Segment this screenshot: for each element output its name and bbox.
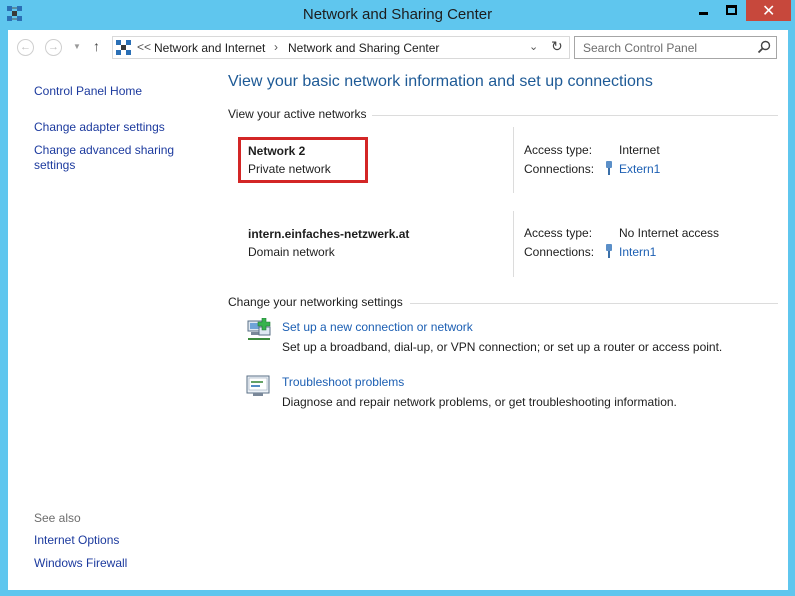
see-also-heading: See also [34, 511, 81, 525]
close-button[interactable]: ✕ [746, 0, 791, 21]
breadcrumb-network-sharing-center[interactable]: Network and Sharing Center [288, 41, 439, 55]
navigation-bar: ← → ▼ ↑ << Network and Internet › Networ… [8, 30, 788, 63]
divider [410, 303, 778, 304]
connections-label: Connections: [524, 245, 595, 259]
windows-firewall-link[interactable]: Windows Firewall [34, 556, 127, 571]
maximize-button[interactable] [718, 0, 745, 21]
access-type-value: No Internet access [619, 226, 720, 240]
breadcrumb-separator-icon[interactable]: › [274, 40, 278, 54]
troubleshoot-problems-description: Diagnose and repair network problems, or… [282, 395, 677, 409]
refresh-icon[interactable]: ↻ [551, 38, 563, 55]
advanced-sharing-link-line1: Change advanced sharing [34, 143, 175, 157]
network-category: Domain network [248, 245, 335, 259]
search-box[interactable]: Search Control Panel [574, 36, 777, 59]
divider [372, 115, 778, 116]
internet-options-link[interactable]: Internet Options [34, 533, 119, 548]
divider [513, 127, 514, 193]
access-type-label: Access type: [524, 143, 593, 157]
connection-link-intern1[interactable]: Intern1 [619, 245, 656, 259]
change-adapter-settings-link[interactable]: Change adapter settings [34, 120, 165, 135]
troubleshoot-problems-link[interactable]: Troubleshoot problems [282, 375, 404, 389]
advanced-sharing-link-line2: settings [34, 158, 76, 172]
control-panel-icon [116, 40, 131, 55]
recent-locations-chevron-icon[interactable]: ▼ [73, 42, 81, 51]
forward-button[interactable]: → [45, 39, 62, 56]
maximize-icon [726, 5, 737, 15]
highlight-rectangle [238, 137, 368, 183]
change-advanced-sharing-settings-link[interactable]: Change advanced sharing settings [34, 143, 174, 173]
set-up-connection-link[interactable]: Set up a new connection or network [282, 320, 473, 334]
access-type-value: Internet [619, 143, 660, 157]
divider [513, 211, 514, 277]
connections-label: Connections: [524, 162, 595, 176]
networking-settings-heading: Change your networking settings [228, 295, 403, 309]
new-connection-icon [247, 318, 271, 340]
window-title: Network and Sharing Center [302, 6, 493, 23]
breadcrumb-network-and-internet[interactable]: Network and Internet [154, 41, 265, 55]
access-type-label: Access type: [524, 226, 593, 240]
content-area: Control Panel Home Change adapter settin… [8, 63, 788, 590]
minimize-icon [699, 12, 708, 15]
close-icon: ✕ [762, 1, 776, 20]
forward-arrow-icon: → [48, 41, 59, 53]
back-arrow-icon: ← [20, 41, 31, 53]
up-arrow-icon[interactable]: ↑ [93, 38, 100, 54]
minimize-button[interactable] [690, 0, 717, 21]
search-icon[interactable] [757, 40, 771, 54]
ethernet-connection-icon [606, 161, 612, 175]
active-networks-heading: View your active networks [228, 107, 367, 121]
connection-link-extern1[interactable]: Extern1 [619, 162, 660, 176]
troubleshoot-icon [246, 375, 270, 396]
address-dropdown-icon[interactable]: ⌄ [529, 40, 538, 53]
set-up-connection-description: Set up a broadband, dial-up, or VPN conn… [282, 340, 723, 354]
network-name: intern.einfaches-netzwerk.at [248, 227, 410, 241]
control-panel-home-link[interactable]: Control Panel Home [34, 84, 142, 99]
breadcrumb-overflow[interactable]: << [137, 40, 151, 54]
address-bar[interactable]: << Network and Internet › Network and Sh… [112, 36, 570, 59]
back-button[interactable]: ← [17, 39, 34, 56]
title-bar: Network and Sharing Center ✕ [0, 0, 795, 30]
page-title: View your basic network information and … [228, 73, 653, 90]
search-placeholder: Search Control Panel [583, 41, 698, 55]
ethernet-connection-icon [606, 244, 612, 258]
left-pane: Control Panel Home Change adapter settin… [8, 63, 212, 590]
